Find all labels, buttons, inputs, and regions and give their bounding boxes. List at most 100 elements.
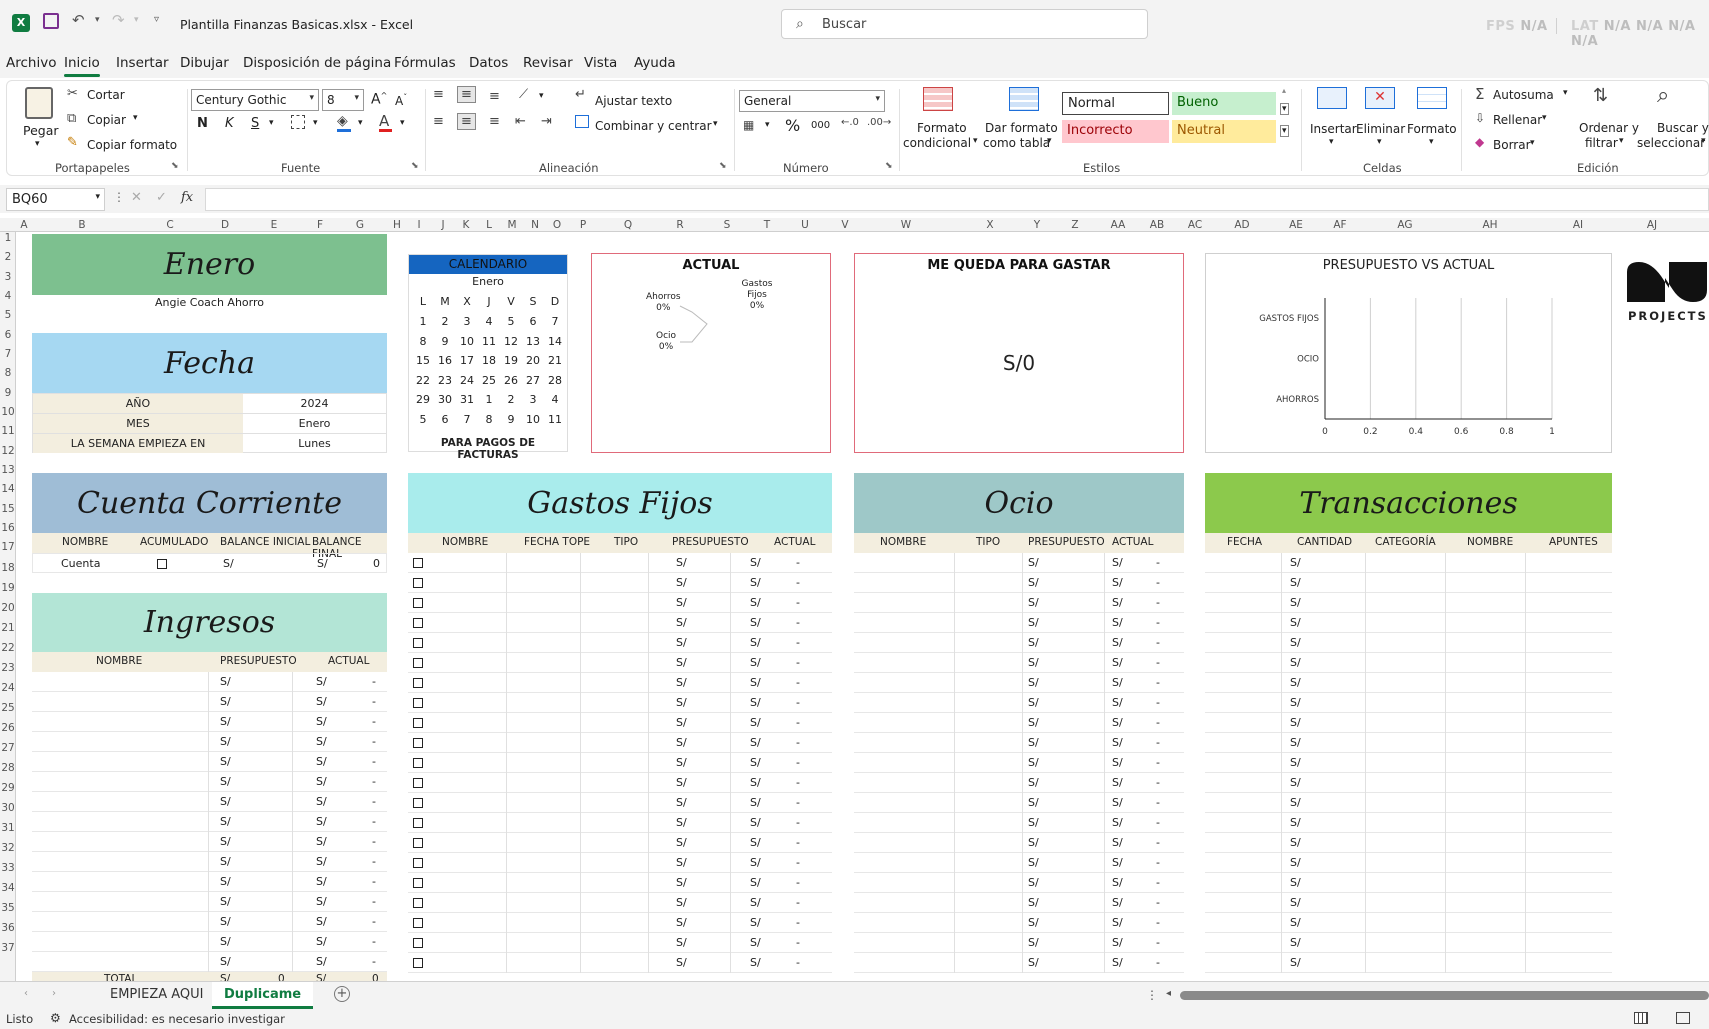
column-header[interactable]: AI — [1566, 219, 1590, 231]
row-header[interactable]: 23 — [0, 662, 16, 674]
dialog-launcher-icon[interactable]: ⬊ — [171, 161, 179, 171]
undo-icon[interactable]: ↶ — [72, 11, 85, 29]
column-header[interactable]: G — [348, 219, 372, 231]
row-header[interactable]: 8 — [0, 367, 16, 379]
row-header[interactable]: 24 — [0, 682, 16, 694]
copy-button[interactable]: Copiar — [87, 113, 126, 127]
row-header[interactable]: 12 — [0, 445, 16, 457]
borders-icon[interactable] — [291, 115, 305, 129]
menu-insertar[interactable]: Insertar — [116, 55, 169, 71]
table-row[interactable]: S/S/ - — [408, 633, 832, 653]
style-neutral[interactable]: Neutral — [1172, 120, 1276, 143]
table-row[interactable]: S/S/ - — [32, 952, 387, 972]
row-header[interactable]: 19 — [0, 582, 16, 594]
row-header[interactable]: 2 — [0, 251, 16, 263]
more-options-icon[interactable]: ⋮ — [113, 190, 125, 204]
font-color-icon[interactable]: A — [379, 112, 392, 132]
more-options-icon[interactable]: ⋮ — [1146, 988, 1158, 1002]
paid-checkbox[interactable] — [413, 778, 423, 788]
column-header[interactable]: AA — [1106, 219, 1130, 231]
paid-checkbox[interactable] — [413, 818, 423, 828]
row-header[interactable]: 14 — [0, 483, 16, 495]
table-row[interactable]: S/S/ - — [854, 953, 1184, 973]
calendar-day[interactable]: 18 — [478, 354, 500, 367]
align-top-icon[interactable]: ≡ — [433, 87, 444, 102]
fill-color-icon[interactable]: ◈ — [337, 113, 351, 132]
fecha-value[interactable]: 2024 — [243, 394, 386, 413]
calendar-day[interactable]: 6 — [434, 413, 456, 426]
bold-button[interactable]: N — [197, 116, 208, 131]
column-header[interactable]: O — [545, 219, 569, 231]
table-row[interactable]: S/ — [1205, 773, 1612, 793]
format-as-table-line2[interactable]: como tabla — [983, 136, 1050, 150]
grow-font-icon[interactable]: A^ — [371, 91, 387, 108]
paid-checkbox[interactable] — [413, 698, 423, 708]
autosum-button[interactable]: Autosuma — [1493, 88, 1554, 102]
calendar-day[interactable]: 4 — [478, 315, 500, 328]
orientation-dropdown-icon[interactable]: ▾ — [539, 91, 544, 101]
orientation-icon[interactable]: ⟋ — [519, 87, 528, 102]
table-row[interactable]: S/S/ - — [854, 613, 1184, 633]
calendar-day[interactable]: 23 — [434, 374, 456, 387]
menu-archivo[interactable]: Archivo — [6, 55, 56, 71]
calendar-day[interactable]: 24 — [456, 374, 478, 387]
fecha-value[interactable]: Enero — [243, 414, 386, 433]
chevron-down-icon[interactable]: ▾ — [973, 136, 978, 146]
column-header[interactable]: AB — [1145, 219, 1169, 231]
calendar-day[interactable]: 22 — [412, 374, 434, 387]
style-bad[interactable]: Incorrecto — [1062, 120, 1169, 143]
table-row[interactable]: S/S/ - — [408, 753, 832, 773]
paid-checkbox[interactable] — [413, 598, 423, 608]
cuenta-name[interactable]: Cuenta — [61, 557, 100, 570]
paid-checkbox[interactable] — [413, 718, 423, 728]
chevron-down-icon[interactable]: ▾ — [1619, 136, 1624, 146]
decrease-indent-icon[interactable]: ⇤ — [515, 114, 526, 129]
scroll-prev-sheet-icon[interactable]: ‹ — [24, 988, 28, 999]
column-header[interactable]: W — [894, 219, 918, 231]
column-header[interactable]: K — [454, 219, 478, 231]
paid-checkbox[interactable] — [413, 678, 423, 688]
column-header[interactable]: A — [12, 219, 36, 231]
calendar-day[interactable]: 19 — [500, 354, 522, 367]
column-header[interactable]: H — [385, 219, 409, 231]
calendar-day[interactable]: 11 — [478, 335, 500, 348]
calendar-day[interactable]: 4 — [544, 393, 566, 406]
menu-vista[interactable]: Vista — [584, 55, 617, 71]
table-row[interactable]: S/ — [1205, 833, 1612, 853]
conditional-format-line2[interactable]: condicional — [903, 136, 971, 150]
calendar-day[interactable]: 15 — [412, 354, 434, 367]
row-header[interactable]: 16 — [0, 522, 16, 534]
table-row[interactable]: S/S/ - — [854, 753, 1184, 773]
column-header[interactable]: X — [978, 219, 1002, 231]
merge-center-button[interactable]: Combinar y centrar — [595, 119, 712, 133]
paid-checkbox[interactable] — [413, 878, 423, 888]
sort-filter-line2[interactable]: filtrar — [1585, 136, 1618, 150]
table-row[interactable]: S/S/ - — [32, 712, 387, 732]
column-header[interactable]: N — [523, 219, 547, 231]
calendar-day[interactable]: 2 — [434, 315, 456, 328]
table-row[interactable]: S/S/ - — [408, 713, 832, 733]
table-row[interactable]: S/S/ - — [32, 732, 387, 752]
row-header[interactable]: 3 — [0, 271, 16, 283]
table-row[interactable]: S/S/ - — [32, 772, 387, 792]
acumulado-checkbox[interactable] — [157, 559, 167, 569]
chevron-down-icon[interactable]: ▾ — [1542, 113, 1547, 123]
align-bottom-icon[interactable]: ≡ — [489, 89, 500, 104]
column-header[interactable]: J — [431, 219, 455, 231]
column-header[interactable]: C — [158, 219, 182, 231]
formula-input[interactable] — [205, 188, 1709, 211]
table-row[interactable]: S/S/ - — [408, 653, 832, 673]
column-header[interactable]: D — [213, 219, 237, 231]
calendar-day[interactable]: 17 — [456, 354, 478, 367]
chevron-down-icon[interactable]: ▾ — [1377, 137, 1382, 147]
table-row[interactable]: S/S/ - — [854, 733, 1184, 753]
table-row[interactable]: S/S/ - — [408, 833, 832, 853]
calendar-day[interactable]: 10 — [456, 335, 478, 348]
scroll-left-icon[interactable]: ◂ — [1166, 988, 1171, 999]
table-row[interactable]: S/S/ - — [408, 773, 832, 793]
calendar-day[interactable]: 6 — [522, 315, 544, 328]
style-normal[interactable]: Normal — [1062, 92, 1169, 115]
row-header[interactable]: 1 — [0, 232, 16, 244]
row-header[interactable]: 37 — [0, 942, 16, 954]
column-header[interactable]: AG — [1393, 219, 1417, 231]
